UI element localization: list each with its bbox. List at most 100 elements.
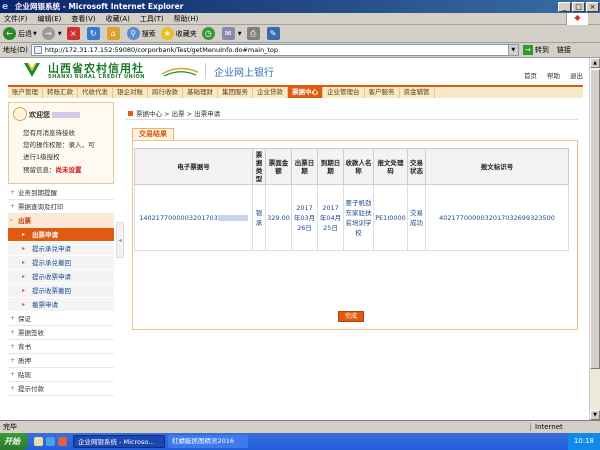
print-icon: ⎙	[246, 27, 260, 40]
scroll-thumb[interactable]	[590, 69, 600, 369]
refresh-icon: ↻	[86, 27, 100, 40]
table-row: 1402177000003201703 银承 329.00 2017年03月26…	[134, 184, 569, 251]
sidebar-item-pledge[interactable]: 质押	[8, 354, 114, 368]
user-line-auth-level: 进行1级授权	[23, 153, 60, 161]
mail-button[interactable]: ✉ ▼	[221, 27, 242, 40]
home-button[interactable]: ⌂	[106, 27, 122, 40]
window-title: 企业网银系统 - Microsoft Internet Explorer	[15, 2, 184, 11]
dropdown-icon: ▼	[237, 30, 242, 37]
address-bar: 地址(D) http://172.31.17.152:59080/corporb…	[0, 43, 600, 58]
bank-logo-icon	[24, 62, 40, 77]
ie-quicklaunch-icon[interactable]	[46, 437, 55, 446]
nav-tab-funds[interactable]: 资金辅管	[400, 87, 435, 98]
done-button[interactable]: 完成	[338, 311, 364, 322]
sidebar-item-endorse[interactable]: 背书	[8, 340, 114, 354]
sidebar-sub-issue-apply[interactable]: 出票申请	[8, 228, 114, 242]
result-tab: 交易结果	[132, 128, 174, 140]
links-button[interactable]: 链接	[557, 45, 571, 55]
refresh-button[interactable]: ↻	[86, 27, 102, 40]
ie-icon: e	[2, 1, 9, 12]
close-button[interactable]: ×	[586, 1, 599, 12]
sidebar-item-guarantee[interactable]: 保证	[8, 312, 114, 326]
menu-tools[interactable]: 工具(T)	[140, 14, 164, 24]
menu-favorites[interactable]: 收藏(A)	[106, 14, 130, 24]
cell-amount: 329.00	[265, 184, 292, 251]
minimize-button[interactable]: _	[558, 1, 571, 12]
nav-tab-transfer[interactable]: 转账汇款	[43, 87, 78, 98]
sidebar-item-bill-query[interactable]: 票据查询及打印	[8, 200, 114, 214]
page-scrollbar[interactable]: ▲ ▼	[589, 58, 600, 420]
avatar	[13, 107, 27, 121]
sidebar-item-discount[interactable]: 贴现	[8, 368, 114, 382]
nav-tab-group[interactable]: 集团服务	[218, 87, 253, 98]
menu-view[interactable]: 查看(V)	[71, 14, 95, 24]
header-link-logout[interactable]: 退出	[570, 70, 583, 80]
cell-payee: 要子帆劲东家驻扶贫培训学校	[343, 184, 374, 251]
window-titlebar: e 企业网银系统 - Microsoft Internet Explorer _…	[0, 0, 600, 13]
desktop-icon[interactable]	[34, 437, 43, 446]
nav-tab-admin[interactable]: 企业管理台	[323, 87, 365, 98]
search-button[interactable]: ⚲ 搜索	[126, 27, 156, 40]
sidebar-item-payment[interactable]: 提示付款	[8, 382, 114, 396]
nav-tab-loan[interactable]: 企业贷款	[253, 87, 288, 98]
nav-tab-wealth[interactable]: 基础理财	[183, 87, 218, 98]
stop-button[interactable]: ×	[66, 27, 82, 40]
app-quicklaunch-icon[interactable]	[58, 437, 67, 446]
sidebar-sub-cancel-apply[interactable]: 撤票申请	[8, 298, 114, 312]
favorites-button[interactable]: ★ 收藏夹	[160, 27, 197, 40]
user-line-messages: 您有月消息待接收	[23, 129, 75, 137]
taskbar-item-ie[interactable]: 企业网银系统 - Microso...	[73, 435, 165, 448]
maximize-button[interactable]: □	[572, 1, 585, 12]
sidebar-sub-accept-withdraw[interactable]: 提示承兑撤回	[8, 256, 114, 270]
sidebar-item-expiry-reminder[interactable]: 业务到期提醒	[8, 186, 114, 200]
scroll-down-icon[interactable]: ▼	[590, 410, 600, 420]
address-input[interactable]: http://172.31.17.152:59080/corporbank/Te…	[30, 44, 519, 56]
print-button[interactable]: ⎙	[246, 27, 262, 40]
cell-status: 交易成功	[407, 184, 426, 251]
scroll-up-icon[interactable]: ▲	[590, 58, 600, 68]
nav-tab-account[interactable]: 账户管理	[8, 87, 43, 98]
bank-header: 山西省农村信用社 SHANXI RURAL CREDIT UNION 企业网上银…	[0, 58, 589, 85]
user-line-reserved: 预留信息：尚未设置	[23, 166, 82, 174]
nav-tab-collect[interactable]: 代收代发	[78, 87, 113, 98]
stop-icon: ×	[66, 27, 80, 40]
nav-tab-service[interactable]: 客户服务	[365, 87, 400, 98]
sidebar-sub-receive-withdraw[interactable]: 提示收票撤回	[8, 284, 114, 298]
welcome-text: 欢迎您	[29, 110, 80, 120]
sidebar-item-issue[interactable]: 出票	[8, 214, 114, 228]
th-issue-date: 出票日期	[291, 148, 318, 185]
sidebar-item-sign[interactable]: 票据签收	[8, 326, 114, 340]
reserved-info-value: 尚未设置	[55, 166, 82, 174]
cell-proc-code: PE1I0000	[373, 184, 408, 251]
forward-button[interactable]: → ▼	[41, 27, 62, 40]
th-due-date: 到期日期	[317, 148, 344, 185]
breadcrumb-divider	[126, 119, 578, 120]
nav-tab-interbank[interactable]: 跨行收款	[148, 87, 183, 98]
main-nav: 账户管理 转账汇款 代收代发 银企对账 跨行收款 基础理财 集团服务 企业贷款 …	[8, 85, 583, 98]
menu-edit[interactable]: 编辑(E)	[38, 14, 62, 24]
result-table: 电子票据号 票据类型 票面金额 出票日期 到期日期 收款人名称 报文处理码 交易…	[134, 148, 569, 251]
header-link-home[interactable]: 首页	[524, 70, 537, 80]
cell-due-date: 2017年04月25日	[317, 184, 344, 251]
nav-tab-bills[interactable]: 票据中心	[288, 87, 323, 98]
sidebar: 欢迎您 您有月消息待接收 您的操作权限：录入，可 进行1级授权 预留信息：尚未设…	[8, 102, 114, 420]
taskbar-item-screenshot-tool[interactable]: 红蜻蜓抓图精灵2016	[168, 435, 248, 448]
address-dropdown-icon[interactable]: ▼	[507, 45, 518, 55]
edit-button[interactable]: ✎	[266, 27, 282, 40]
th-proc-code: 报文处理码	[373, 148, 408, 185]
cell-bill-no: 1402177000003201703	[134, 184, 253, 251]
history-button[interactable]: ◷	[201, 27, 217, 40]
back-button[interactable]: ← 后退 ▼	[3, 27, 37, 40]
windows-flag-icon: ◆	[566, 13, 588, 25]
header-link-help[interactable]: 帮助	[547, 70, 560, 80]
forward-arrow-icon: →	[41, 27, 55, 40]
th-bill-type: 票据类型	[252, 148, 266, 185]
nav-tab-reconcile[interactable]: 银企对账	[113, 87, 148, 98]
menu-help[interactable]: 帮助(H)	[174, 14, 199, 24]
go-button[interactable]: → 转到	[522, 45, 549, 55]
sidebar-sub-receive-apply[interactable]: 提示收票申请	[8, 270, 114, 284]
sidebar-sub-accept-apply[interactable]: 提示承兑申请	[8, 242, 114, 256]
start-button[interactable]: 开始	[0, 433, 28, 450]
menu-file[interactable]: 文件(F)	[4, 14, 28, 24]
sidebar-collapse-handle[interactable]: ◂	[116, 222, 124, 258]
